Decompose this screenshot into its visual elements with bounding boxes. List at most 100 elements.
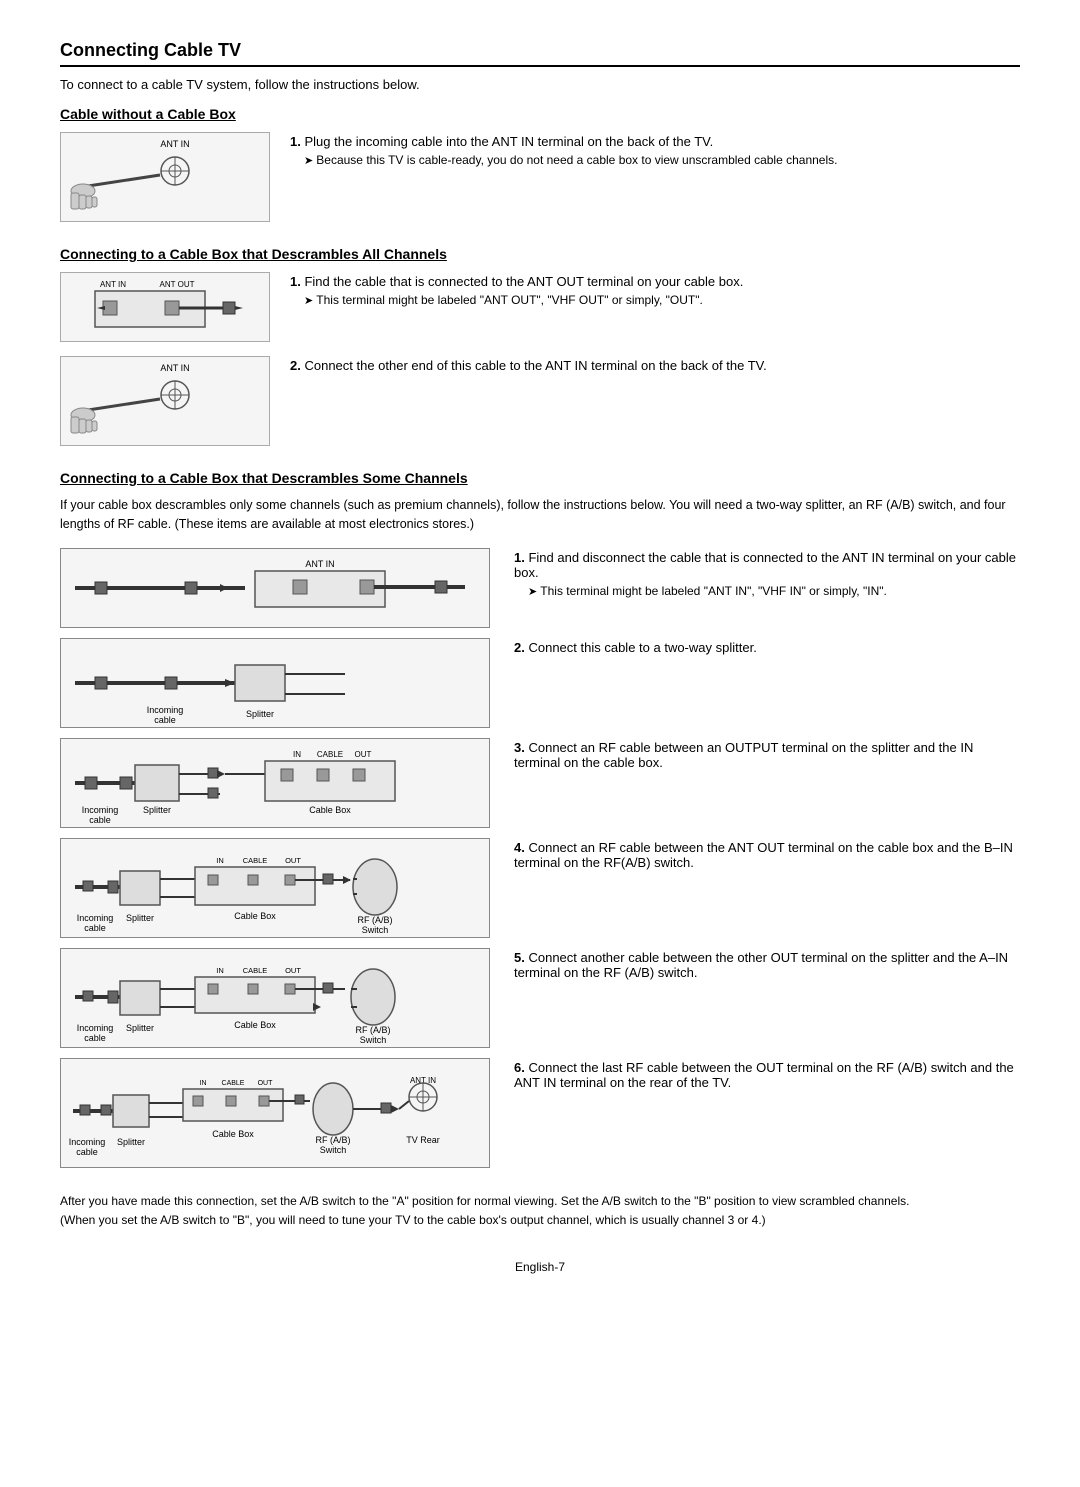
section3-step1-diagram: ANT IN: [60, 548, 490, 628]
section2-step1-row: ANT IN ANT OUT 1. Find the cable that is…: [60, 272, 1020, 342]
svg-text:Splitter: Splitter: [246, 709, 274, 719]
svg-text:cable: cable: [76, 1147, 98, 1157]
svg-text:IN: IN: [200, 1080, 207, 1087]
section3-step2-diagram: Splitter Incoming cable: [60, 638, 490, 728]
section3-step3-svg: IN CABLE OUT Incoming cable Splitter Cab…: [65, 739, 485, 827]
section3-step2-text: 2. Connect this cable to a two-way split…: [514, 640, 1020, 655]
svg-text:Switch: Switch: [362, 925, 389, 935]
section3-step6-diagram: IN CABLE OUT ANT IN: [60, 1058, 490, 1168]
section3-step3-row: IN CABLE OUT Incoming cable Splitter Cab…: [60, 738, 1020, 828]
svg-text:RF (A/B): RF (A/B): [356, 1025, 391, 1035]
section3-step3-content: 3. Connect an RF cable between an OUTPUT…: [514, 738, 1020, 770]
svg-text:OUT: OUT: [258, 1080, 274, 1087]
section2-step1-content: 1. Find the cable that is connected to t…: [290, 272, 1020, 307]
section2-step1-svg: ANT IN ANT OUT: [65, 273, 265, 341]
section3-step4-text: 4. Connect an RF cable between the ANT O…: [514, 840, 1020, 870]
section3-step6-row: IN CABLE OUT ANT IN: [60, 1058, 1020, 1168]
section-cable-without-box: Cable without a Cable Box ANT IN: [60, 106, 1020, 222]
section2-step1-text: 1. Find the cable that is connected to t…: [290, 274, 1020, 289]
svg-text:Switch: Switch: [320, 1145, 347, 1155]
section-all-channels: Connecting to a Cable Box that Descrambl…: [60, 246, 1020, 446]
section2-step2-diagram: ANT IN: [60, 356, 270, 446]
section1-diagram: ANT IN: [60, 132, 270, 222]
footer-line1: After you have made this connection, set…: [60, 1192, 1020, 1211]
svg-text:cable: cable: [84, 923, 106, 933]
section1-step1-note: Because this TV is cable-ready, you do n…: [304, 153, 1020, 167]
section1-title: Cable without a Cable Box: [60, 106, 1020, 122]
svg-text:Cable Box: Cable Box: [234, 911, 276, 921]
svg-text:Splitter: Splitter: [126, 913, 154, 923]
svg-text:CABLE: CABLE: [222, 1080, 245, 1087]
section1-step1-content: 1. Plug the incoming cable into the ANT …: [290, 132, 1020, 167]
section1-step1-text: 1. Plug the incoming cable into the ANT …: [290, 134, 1020, 149]
section3-step5-row: IN CABLE OUT Incoming cable Splitter: [60, 948, 1020, 1048]
svg-text:OUT: OUT: [285, 856, 301, 865]
section3-step4-row: IN CABLE OUT Incoming cable Splitter: [60, 838, 1020, 938]
svg-text:ANT IN: ANT IN: [100, 280, 126, 289]
svg-text:Switch: Switch: [360, 1035, 387, 1045]
svg-text:OUT: OUT: [355, 750, 372, 759]
section2-step1-note: This terminal might be labeled "ANT OUT"…: [304, 293, 1020, 307]
section3-step1-note: This terminal might be labeled "ANT IN",…: [528, 584, 1020, 598]
section-some-channels: Connecting to a Cable Box that Descrambl…: [60, 470, 1020, 1168]
section3-step6-content: 6. Connect the last RF cable between the…: [514, 1058, 1020, 1090]
svg-text:TV Rear: TV Rear: [406, 1135, 440, 1145]
svg-text:RF (A/B): RF (A/B): [358, 915, 393, 925]
svg-text:Splitter: Splitter: [117, 1137, 145, 1147]
svg-text:Incoming: Incoming: [77, 1023, 114, 1033]
svg-text:Incoming: Incoming: [82, 805, 119, 815]
svg-text:IN: IN: [216, 856, 224, 865]
section3-step2-row: Splitter Incoming cable 2. Connect this …: [60, 638, 1020, 728]
section3-step1-svg: ANT IN: [65, 551, 485, 624]
footer-line2: (When you set the A/B switch to "B", you…: [60, 1211, 1020, 1230]
section3-step5-content: 5. Connect another cable between the oth…: [514, 948, 1020, 980]
section3-step5-diagram: IN CABLE OUT Incoming cable Splitter: [60, 948, 490, 1048]
section3-step5-svg: IN CABLE OUT Incoming cable Splitter: [65, 949, 485, 1047]
svg-text:CABLE: CABLE: [243, 966, 268, 975]
section3-step4-content: 4. Connect an RF cable between the ANT O…: [514, 838, 1020, 870]
svg-text:ANT IN: ANT IN: [160, 363, 189, 373]
section2-step2-row: ANT IN 2. Connect the other end of this …: [60, 356, 1020, 446]
svg-text:ANT IN: ANT IN: [160, 139, 189, 149]
page-title: Connecting Cable TV: [60, 40, 1020, 67]
section3-step6-text: 6. Connect the last RF cable between the…: [514, 1060, 1020, 1090]
svg-text:RF (A/B): RF (A/B): [316, 1135, 351, 1145]
footer-note: After you have made this connection, set…: [60, 1192, 1020, 1230]
section3-step4-diagram: IN CABLE OUT Incoming cable Splitter: [60, 838, 490, 938]
svg-text:CABLE: CABLE: [243, 856, 268, 865]
section3-step3-text: 3. Connect an RF cable between an OUTPUT…: [514, 740, 1020, 770]
svg-text:Splitter: Splitter: [126, 1023, 154, 1033]
svg-text:Incoming: Incoming: [77, 913, 114, 923]
svg-text:cable: cable: [84, 1033, 106, 1043]
section3-step1-content: 1. Find and disconnect the cable that is…: [514, 548, 1020, 598]
intro-text: To connect to a cable TV system, follow …: [60, 77, 1020, 92]
section3-step1-row: ANT IN 1. Find and disconnect the cable …: [60, 548, 1020, 628]
svg-text:Splitter: Splitter: [143, 805, 171, 815]
svg-text:cable: cable: [154, 715, 176, 725]
section3-step6-svg: IN CABLE OUT ANT IN: [65, 1059, 485, 1167]
svg-text:IN: IN: [293, 750, 301, 759]
section3-title: Connecting to a Cable Box that Descrambl…: [60, 470, 1020, 486]
section2-step2-svg: ANT IN: [65, 357, 265, 445]
section3-step5-text: 5. Connect another cable between the oth…: [514, 950, 1020, 980]
svg-text:cable: cable: [89, 815, 111, 825]
section2-step1-diagram: ANT IN ANT OUT: [60, 272, 270, 342]
svg-text:Incoming: Incoming: [147, 705, 184, 715]
section3-step2-svg: Splitter Incoming cable: [65, 639, 485, 727]
svg-text:OUT: OUT: [285, 966, 301, 975]
svg-text:ANT OUT: ANT OUT: [160, 280, 195, 289]
section2-step2-content: 2. Connect the other end of this cable t…: [290, 356, 1020, 373]
section2-title: Connecting to a Cable Box that Descrambl…: [60, 246, 1020, 262]
svg-text:IN: IN: [216, 966, 224, 975]
page-number: English-7: [60, 1260, 1020, 1274]
section1-svg: ANT IN: [65, 133, 265, 221]
section3-step1-text: 1. Find and disconnect the cable that is…: [514, 550, 1020, 580]
section3-step3-diagram: IN CABLE OUT Incoming cable Splitter Cab…: [60, 738, 490, 828]
section1-step1-row: ANT IN 1. Plug the incoming cable into t…: [60, 132, 1020, 222]
svg-text:Incoming: Incoming: [69, 1137, 106, 1147]
section3-step2-content: 2. Connect this cable to a two-way split…: [514, 638, 1020, 655]
section3-step4-svg: IN CABLE OUT Incoming cable Splitter: [65, 839, 485, 937]
svg-text:Cable Box: Cable Box: [309, 805, 351, 815]
svg-text:ANT IN: ANT IN: [305, 559, 334, 569]
svg-text:CABLE: CABLE: [317, 750, 343, 759]
